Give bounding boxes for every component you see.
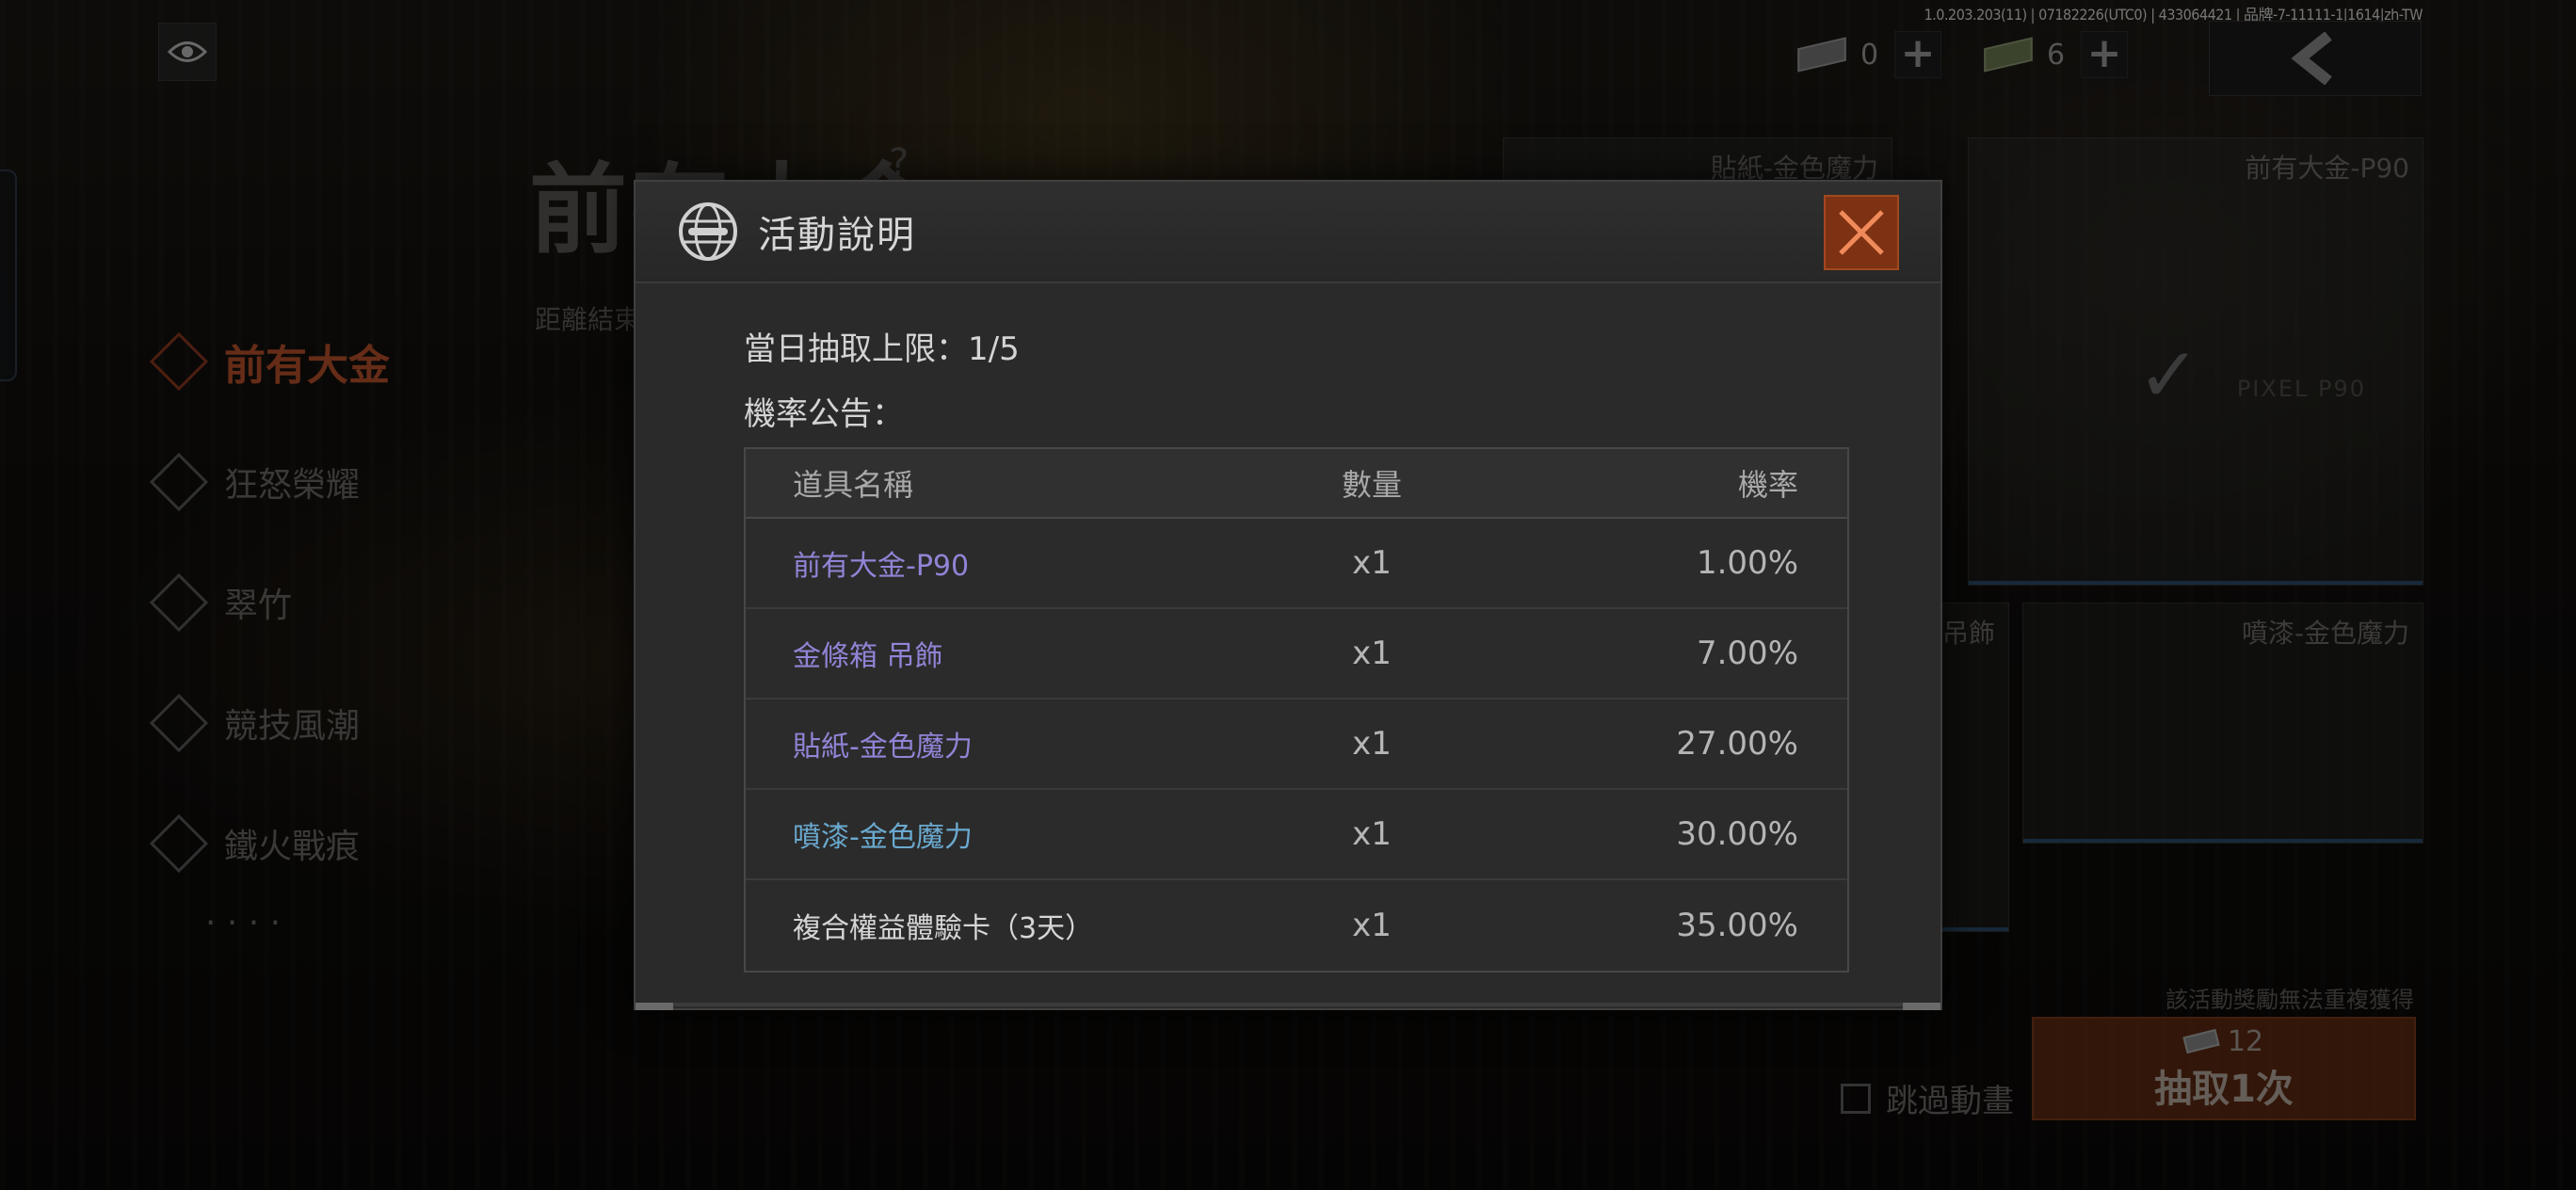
col-rate-header: 機率 <box>1737 467 1798 503</box>
corner-decoration <box>636 1003 673 1010</box>
col-qty-header: 數量 <box>1341 467 1402 503</box>
table-header: 道具名稱 數量 機率 <box>746 449 1847 519</box>
close-button[interactable] <box>1824 195 1899 270</box>
rate-table: 道具名稱 數量 機率 前有大金-P90 x1 1.00% 金條箱 吊飾 x1 7… <box>744 447 1849 973</box>
rate-announcement-label: 機率公告： <box>744 395 904 433</box>
dialog-bottom-bar <box>673 1003 1903 1006</box>
globe-icon <box>679 202 737 261</box>
event-info-dialog: 活動說明 當日抽取上限：1/5 機率公告： 道具名稱 數量 機率 前有大金-P9… <box>634 180 1942 1010</box>
table-row: 貼紙-金色魔力 x1 27.00% <box>746 700 1847 790</box>
dialog-header: 活動說明 <box>636 182 1940 283</box>
daily-limit: 當日抽取上限：1/5 <box>744 330 1020 368</box>
col-name-header: 道具名稱 <box>793 467 914 503</box>
table-row: 金條箱 吊飾 x1 7.00% <box>746 609 1847 700</box>
corner-decoration <box>1903 1003 1940 1010</box>
table-row: 複合權益體驗卡（3天） x1 35.00% <box>746 880 1847 971</box>
table-row: 噴漆-金色魔力 x1 30.00% <box>746 790 1847 880</box>
dialog-body: 當日抽取上限：1/5 機率公告： 道具名稱 數量 機率 前有大金-P90 x1 … <box>636 283 1940 973</box>
table-row: 前有大金-P90 x1 1.00% <box>746 519 1847 609</box>
dialog-title: 活動說明 <box>758 214 916 257</box>
close-icon <box>1839 210 1884 255</box>
